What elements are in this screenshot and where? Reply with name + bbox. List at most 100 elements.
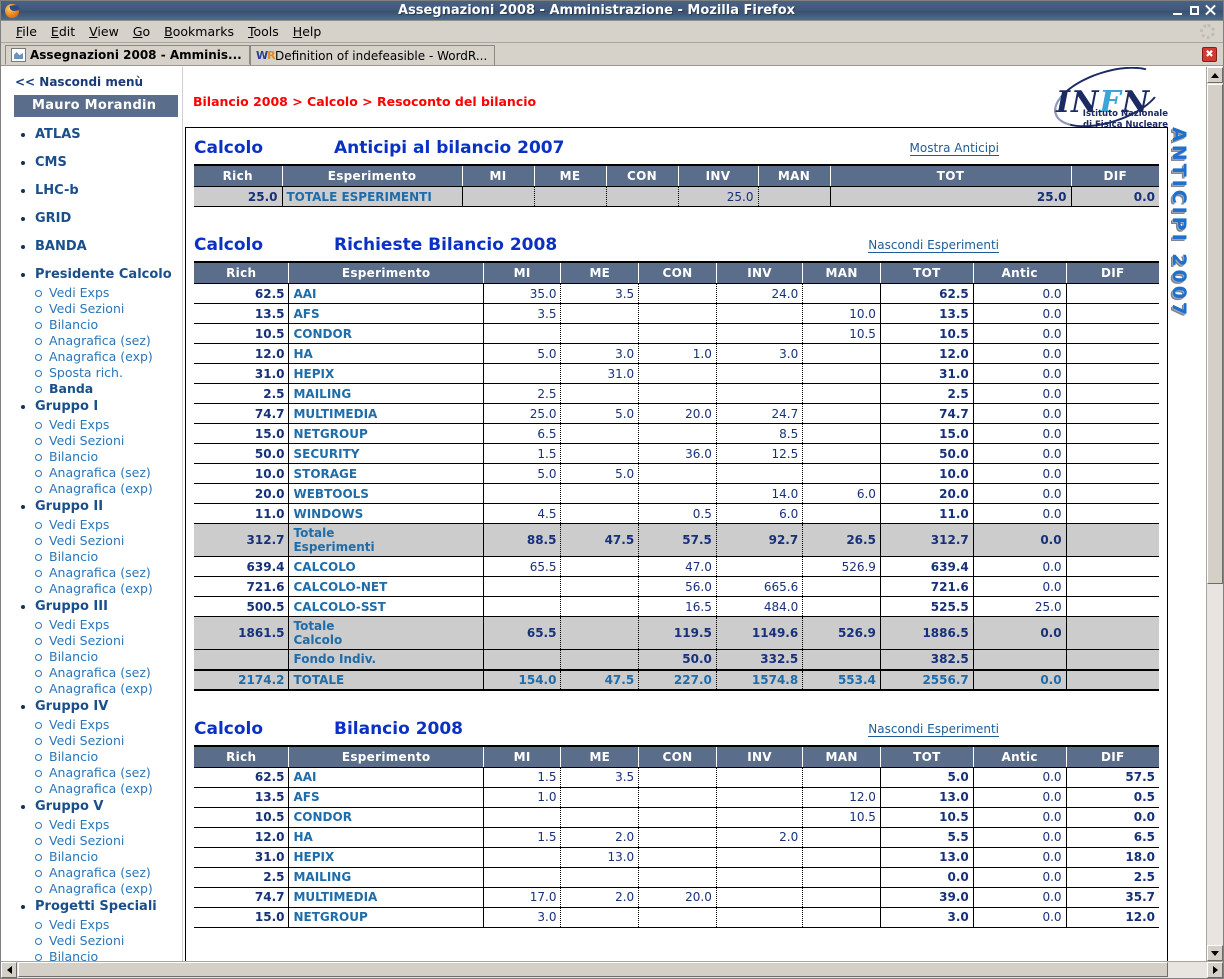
cell-tot: 74.7	[879, 403, 974, 424]
scroll-left-icon[interactable]	[1, 962, 17, 978]
sidebar-item-gruppo-iii[interactable]: Gruppo III	[21, 597, 182, 617]
sidebar-subitem-banda[interactable]: Banda	[33, 381, 182, 397]
menu-edit[interactable]: Edit	[44, 22, 82, 41]
table-row: 2174.2 TOTALE 154.0 47.5 227.0 1574.8 553.4 255…	[194, 668, 1159, 691]
cell-me: 47.5	[560, 523, 640, 557]
cell-rich: 12.0	[194, 826, 290, 848]
sidebar-item-cms[interactable]: CMS	[21, 153, 182, 173]
menu-bookmarks[interactable]: Bookmarks	[157, 22, 241, 41]
close-tab-icon[interactable]	[1202, 47, 1217, 62]
sidebar-item-gruppo-v[interactable]: Gruppo V	[21, 797, 182, 817]
sidebar-item-gruppo-ii[interactable]: Gruppo II	[21, 497, 182, 517]
sidebar-subitem-anagrafica-exp-[interactable]: Anagrafica (exp)	[33, 681, 182, 697]
sidebar-subitem-anagrafica-sez-[interactable]: Anagrafica (sez)	[33, 765, 182, 781]
sidebar-subitem-bilancio[interactable]: Bilancio	[33, 749, 182, 765]
menu-tools[interactable]: Tools	[241, 22, 286, 41]
sidebar-subitem-vedi-sezioni[interactable]: Vedi Sezioni	[33, 433, 182, 449]
vertical-scroll-thumb[interactable]	[1207, 84, 1223, 584]
sidebar-subitem-vedi-sezioni[interactable]: Vedi Sezioni	[33, 301, 182, 317]
cell-inv: 25.0	[677, 186, 759, 207]
sidebar-subitem-anagrafica-exp-[interactable]: Anagrafica (exp)	[33, 781, 182, 797]
cell-con	[638, 866, 717, 888]
cell-mi: 1.0	[482, 786, 562, 808]
section-toggle-link[interactable]: Nascondi Esperimenti	[868, 722, 999, 737]
hide-menu-link[interactable]: << Nascondi menù	[15, 75, 182, 89]
cell-dif	[1065, 668, 1159, 691]
sidebar-subitem-bilancio[interactable]: Bilancio	[33, 317, 182, 333]
scroll-down-icon[interactable]	[1207, 945, 1223, 961]
sidebar-subitem-anagrafica-sez-[interactable]: Anagrafica (sez)	[33, 333, 182, 349]
sidebar-subitem-vedi-exps[interactable]: Vedi Exps	[33, 817, 182, 833]
sidebar-item-banda[interactable]: BANDA	[21, 237, 182, 257]
sidebar-subitem-anagrafica-sez-[interactable]: Anagrafica (sez)	[33, 865, 182, 881]
sidebar-subitem-vedi-exps[interactable]: Vedi Exps	[33, 517, 182, 533]
close-icon[interactable]	[1204, 4, 1217, 17]
cell-con: 227.0	[638, 668, 717, 691]
menu-go[interactable]: Go	[126, 22, 157, 41]
maximize-icon[interactable]	[1188, 4, 1201, 17]
cell-con: 20.0	[638, 403, 717, 424]
sidebar-subitem-vedi-exps[interactable]: Vedi Exps	[33, 285, 182, 301]
sidebar-subitem-anagrafica-exp-[interactable]: Anagrafica (exp)	[33, 481, 182, 497]
sidebar-item-atlas[interactable]: ATLAS	[21, 125, 182, 145]
cell-name: CONDOR	[288, 323, 484, 344]
sidebar-subitem-bilancio[interactable]: Bilancio	[33, 649, 182, 665]
sidebar-subitem-anagrafica-sez-[interactable]: Anagrafica (sez)	[33, 565, 182, 581]
column-header-inv: INV	[716, 263, 804, 284]
sidebar-subitem-bilancio[interactable]: Bilancio	[33, 449, 182, 465]
cell-man	[802, 443, 881, 464]
sidebar-subitem-bilancio[interactable]: Bilancio	[33, 949, 182, 961]
cell-man: 10.0	[802, 303, 881, 324]
cell-con	[638, 363, 717, 384]
sidebar-subitem-sposta-rich-[interactable]: Sposta rich.	[33, 365, 182, 381]
sidebar-subitem-vedi-exps[interactable]: Vedi Exps	[33, 417, 182, 433]
horizontal-scrollbar[interactable]	[1, 961, 1223, 978]
tab-wordreference[interactable]: WR Definition of indefeasible - WordR...	[250, 45, 495, 65]
sidebar-item-gruppo-i[interactable]: Gruppo I	[21, 397, 182, 417]
sidebar-item-presidente-calcolo[interactable]: Presidente Calcolo	[21, 265, 182, 285]
section-toggle-link[interactable]: Nascondi Esperimenti	[868, 238, 999, 253]
sidebar-subitem-vedi-sezioni[interactable]: Vedi Sezioni	[33, 833, 182, 849]
sidebar-subitem-anagrafica-exp-[interactable]: Anagrafica (exp)	[33, 881, 182, 897]
sidebar-subitem-bilancio[interactable]: Bilancio	[33, 549, 182, 565]
cell-antic: 0.0	[972, 556, 1067, 577]
sidebar-item-progetti-speciali[interactable]: Progetti Speciali	[21, 897, 182, 917]
horizontal-scroll-thumb[interactable]	[18, 962, 1168, 977]
cell-man	[802, 576, 881, 597]
sidebar-subitem-anagrafica-sez-[interactable]: Anagrafica (sez)	[33, 465, 182, 481]
sidebar-subitem-vedi-sezioni[interactable]: Vedi Sezioni	[33, 633, 182, 649]
minimize-icon[interactable]	[1172, 4, 1185, 17]
sidebar-subitem-vedi-sezioni[interactable]: Vedi Sezioni	[33, 933, 182, 949]
table-header-row: Rich Esperimento MI ME CON INV MAN TOT Antic DIF	[194, 746, 1159, 768]
cell-con: 0.5	[638, 503, 717, 524]
cell-rich: 2.5	[194, 866, 290, 888]
menu-help[interactable]: Help	[286, 22, 329, 41]
cell-inv	[715, 556, 804, 577]
cell-inv	[715, 846, 804, 868]
sidebar-subitem-anagrafica-exp-[interactable]: Anagrafica (exp)	[33, 349, 182, 365]
menu-view[interactable]: View	[82, 22, 126, 41]
scroll-up-icon[interactable]	[1207, 67, 1223, 83]
sidebar-subitem-anagrafica-sez-[interactable]: Anagrafica (sez)	[33, 665, 182, 681]
sidebar-subitem-vedi-exps[interactable]: Vedi Exps	[33, 717, 182, 733]
scroll-right-icon[interactable]	[1207, 962, 1223, 978]
cell-rich: 62.5	[194, 766, 290, 788]
menu-file[interactable]: File	[9, 22, 44, 41]
sidebar-item-grid[interactable]: GRID	[21, 209, 182, 229]
tab-assegnazioni[interactable]: Assegnazioni 2008 - Amminis...	[5, 45, 250, 65]
sidebar-item-gruppo-iv[interactable]: Gruppo IV	[21, 697, 182, 717]
sidebar-subitem-vedi-exps[interactable]: Vedi Exps	[33, 917, 182, 933]
sidebar-subitem-vedi-exps[interactable]: Vedi Exps	[33, 617, 182, 633]
sidebar-subitem-bilancio[interactable]: Bilancio	[33, 849, 182, 865]
section-toggle-link[interactable]: Mostra Anticipi	[909, 141, 999, 156]
vertical-scrollbar[interactable]	[1206, 67, 1223, 961]
sidebar-subitem-vedi-sezioni[interactable]: Vedi Sezioni	[33, 733, 182, 749]
sidebar-subitem-vedi-sezioni[interactable]: Vedi Sezioni	[33, 533, 182, 549]
cell-con	[638, 283, 717, 304]
cell-antic: 0.0	[972, 846, 1067, 868]
cell-inv: 3.0	[715, 343, 804, 364]
cell-mi	[482, 649, 562, 670]
sidebar-item-lhc-b[interactable]: LHC-b	[21, 181, 182, 201]
sidebar-subitem-anagrafica-exp-[interactable]: Anagrafica (exp)	[33, 581, 182, 597]
